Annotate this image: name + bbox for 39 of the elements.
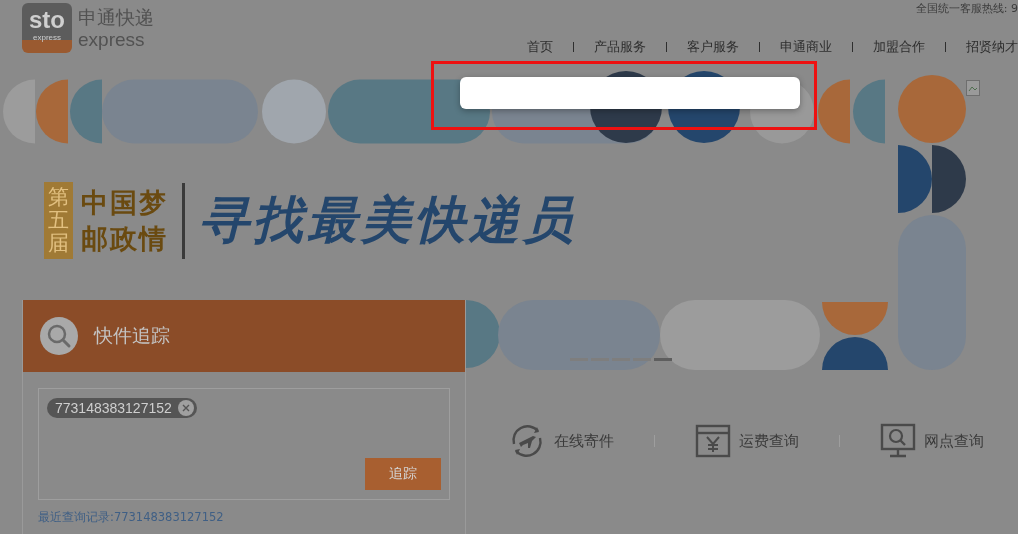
semicircle-shape — [932, 145, 966, 213]
logo-mark[interactable]: sto express — [22, 3, 72, 53]
semicircle-shape — [898, 145, 932, 213]
edition-badge: 第五届 — [44, 182, 73, 260]
nav-link[interactable]: 加盟合作 — [873, 38, 925, 56]
quick-link[interactable]: 运费查询 — [739, 431, 799, 451]
semicircle-shape — [822, 337, 888, 370]
semicircle-shape — [36, 79, 68, 144]
monitor-search-icon[interactable] — [880, 423, 916, 459]
slogan-text: 中国梦 — [81, 185, 168, 220]
circle-shape — [898, 75, 966, 143]
semicircle-shape — [853, 79, 885, 144]
semicircle-shape — [466, 300, 500, 368]
semicircle-shape — [70, 79, 102, 144]
quick-link[interactable]: 网点查询 — [924, 431, 984, 451]
tracking-number-field[interactable]: 773148383127152 追踪 — [38, 388, 450, 500]
recent-query-text: 最近查询记录:773148383127152 — [38, 510, 225, 525]
track-button[interactable]: 追踪 — [365, 458, 441, 490]
nav-link[interactable]: 招贤纳才 — [966, 38, 1018, 56]
yen-document-icon[interactable] — [695, 424, 731, 458]
banner-headline: 寻找最美快递员 — [199, 189, 577, 252]
semicircle-shape — [3, 79, 35, 144]
semicircle-shape — [818, 79, 850, 144]
nav-link[interactable]: 首页 — [527, 38, 553, 56]
panel-title: 快件追踪 — [94, 323, 170, 348]
nav-link[interactable]: 客户服务 — [687, 38, 739, 56]
circle-shape — [262, 79, 326, 144]
remove-icon[interactable] — [177, 400, 194, 416]
tracking-number-tag: 773148383127152 — [47, 398, 197, 418]
nav-link[interactable]: 产品服务 — [594, 38, 646, 56]
nav-link[interactable]: 申通商业 — [780, 38, 832, 56]
brand-name-english: express — [78, 29, 146, 50]
brand-name: 申通快递 — [78, 6, 154, 29]
slogan-text: 邮政情 — [81, 221, 168, 256]
search-icon — [40, 317, 78, 355]
semicircle-shape — [822, 302, 888, 335]
slide-indicator[interactable] — [654, 358, 672, 361]
broken-image-icon — [966, 80, 980, 96]
quick-link[interactable]: 在线寄件 — [554, 431, 614, 451]
